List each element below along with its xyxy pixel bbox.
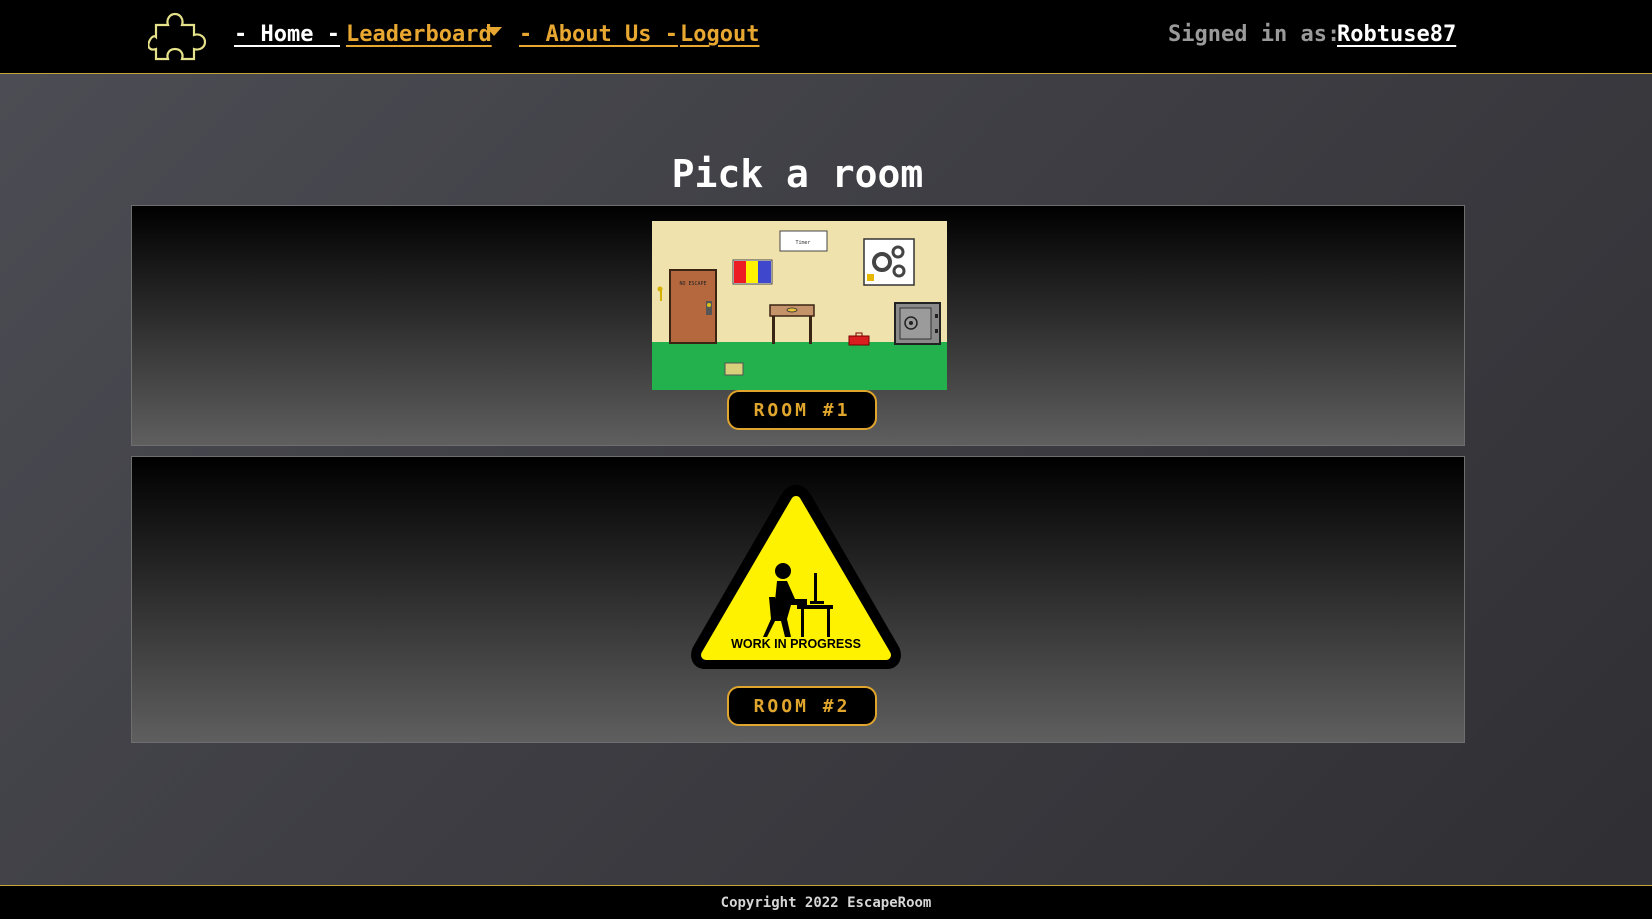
- chevron-down-icon[interactable]: [486, 27, 502, 36]
- room-2-button[interactable]: ROOM #2: [727, 686, 877, 726]
- room-card-2: WORK IN PROGRESS ROOM #2: [131, 456, 1465, 743]
- nav-home-link[interactable]: - Home -: [234, 22, 340, 47]
- username-link[interactable]: Robtuse87: [1337, 22, 1456, 47]
- room-card-1: NO ESCAPE Timer ROOM #1: [131, 205, 1465, 446]
- door-sign: NO ESCAPE: [679, 281, 706, 287]
- room-1-button[interactable]: ROOM #1: [727, 390, 877, 430]
- nav-logout-link[interactable]: Logout: [680, 22, 759, 47]
- wip-sign-text: WORK IN PROGRESS: [731, 637, 861, 651]
- page-title: Pick a room: [671, 152, 924, 196]
- signed-in-label: Signed in as:: [1168, 22, 1341, 47]
- wall-sign: Timer: [795, 240, 810, 246]
- nav-about-link[interactable]: - About Us -: [519, 22, 678, 47]
- footer: Copyright 2022 EscapeRoom: [0, 885, 1652, 919]
- work-in-progress-icon[interactable]: WORK IN PROGRESS: [687, 479, 905, 675]
- puzzle-piece-icon[interactable]: [148, 9, 210, 63]
- escape-room-image[interactable]: NO ESCAPE Timer: [652, 221, 947, 390]
- copyright-text: Copyright 2022 EscapeRoom: [720, 894, 932, 911]
- navbar: - Home - Leaderboard - About Us - Logout…: [0, 0, 1652, 74]
- nav-leaderboard-link[interactable]: Leaderboard: [346, 22, 492, 47]
